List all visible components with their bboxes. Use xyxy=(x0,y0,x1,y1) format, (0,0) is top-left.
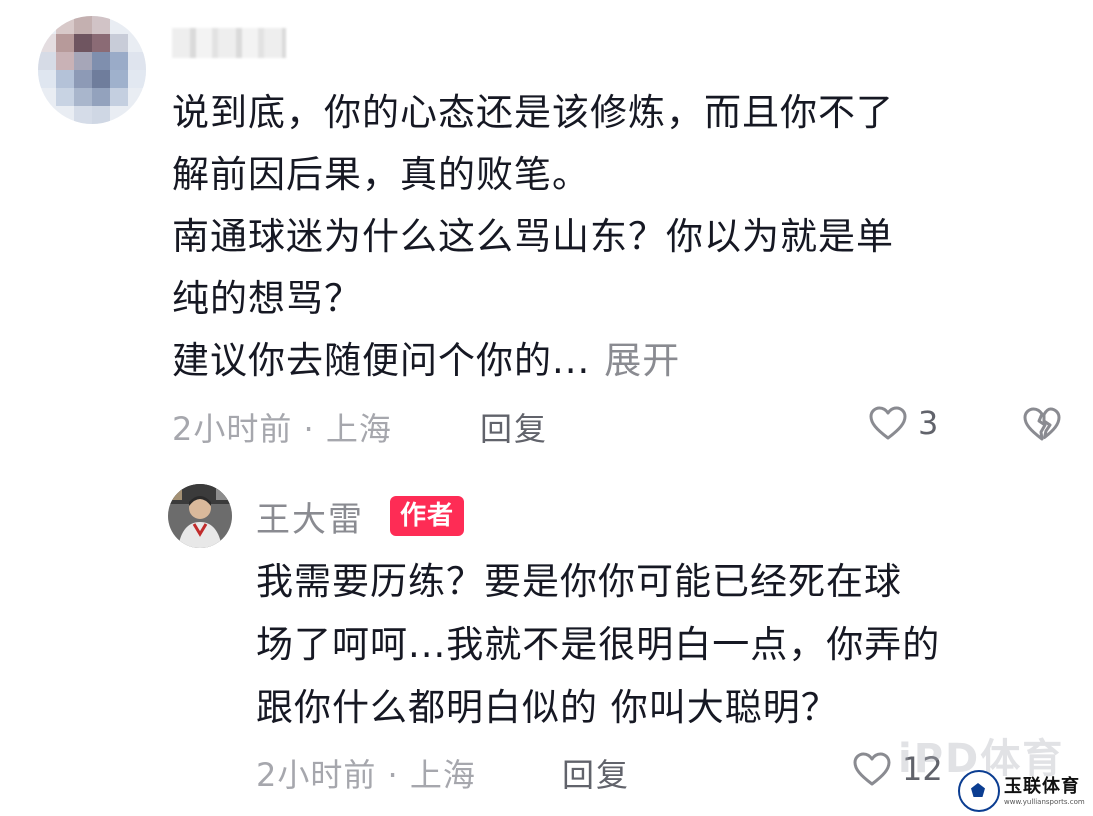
comment-line: 南通球迷为什么这么骂山东？你以为就是单 xyxy=(172,215,894,258)
logo-text-group: 玉联体育 www.yulliansports.com xyxy=(1004,776,1085,807)
author-badge: 作者 xyxy=(390,496,465,536)
reply-meta: 2小时前 · 上海 xyxy=(256,756,476,794)
reply-line: 场了呵呵...我就不是很明白一点，你弄的 xyxy=(256,623,941,666)
comment-meta: 2小时前 · 上海 xyxy=(172,410,392,448)
reply-line: 我需要历练？要是你你可能已经死在球 xyxy=(256,560,902,603)
comment-line-last: 建议你去随便问个你的... 展开 xyxy=(172,330,1052,392)
commenter-username[interactable] xyxy=(172,28,286,58)
heart-icon xyxy=(852,751,892,787)
reply-to-reply-button[interactable]: 回复 xyxy=(562,750,630,796)
commenter-avatar[interactable] xyxy=(38,16,146,124)
heart-icon xyxy=(868,405,908,441)
reply-body: 我需要历练？要是你你可能已经死在球 场了呵呵...我就不是很明白一点，你弄的 跟… xyxy=(256,550,1066,739)
broken-heart-icon xyxy=(1023,407,1061,441)
reply-button[interactable]: 回复 xyxy=(480,404,548,450)
author-name[interactable]: 王大雷 xyxy=(256,492,364,541)
comment-body: 说到底，你的心态还是该修炼，而且你不了 解前因后果，真的败笔。 南通球迷为什么这… xyxy=(172,82,1052,392)
soccer-ball-icon xyxy=(958,770,1000,812)
expand-link[interactable]: 展开 xyxy=(604,339,680,382)
author-avatar[interactable] xyxy=(168,484,232,548)
comment-line-text: 建议你去随便问个你的... xyxy=(172,339,591,382)
like-button[interactable]: 3 xyxy=(868,404,938,442)
comment-line: 纯的想骂？ xyxy=(172,277,362,320)
logo-text: 玉联体育 xyxy=(1004,775,1080,797)
comment-line: 解前因后果，真的败笔。 xyxy=(172,153,590,196)
comment-line: 说到底，你的心态还是该修炼，而且你不了 xyxy=(172,91,894,134)
dislike-button[interactable] xyxy=(1022,406,1062,442)
sports-logo-watermark: 玉联体育 www.yulliansports.com xyxy=(958,768,1090,814)
like-count: 3 xyxy=(918,404,939,442)
logo-subtext: www.yulliansports.com xyxy=(1004,797,1085,806)
